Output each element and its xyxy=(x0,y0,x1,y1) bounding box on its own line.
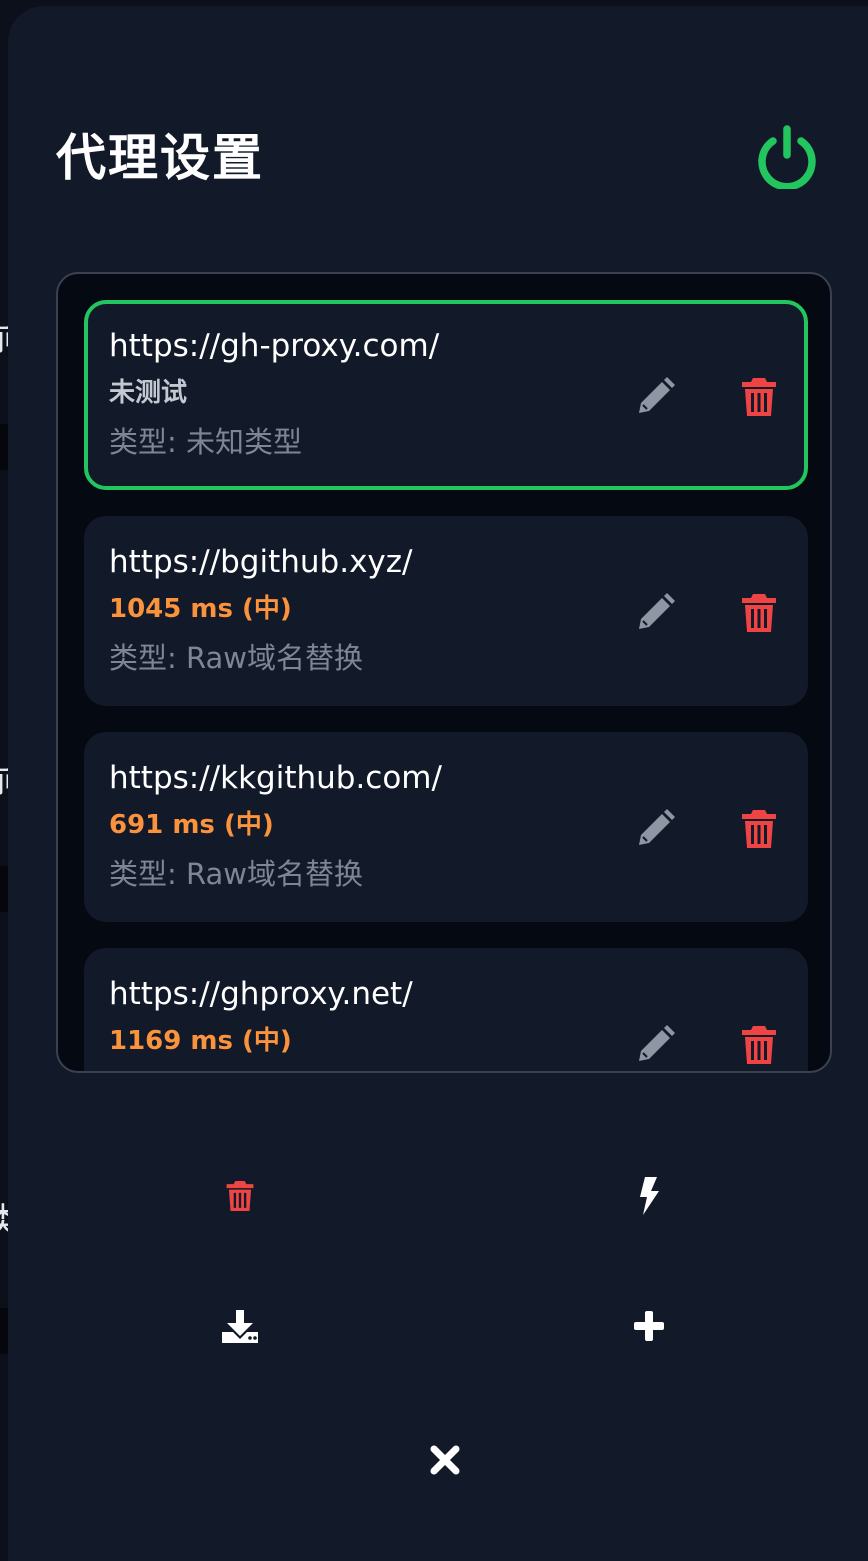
background-divider xyxy=(0,1308,8,1354)
proxy-type: 类型: Raw域名替换 xyxy=(109,641,363,675)
delete-proxy-button[interactable] xyxy=(734,1020,784,1070)
trash-icon xyxy=(742,378,776,416)
close-dialog-button[interactable] xyxy=(415,1430,475,1490)
trash-icon xyxy=(742,594,776,632)
plus-icon xyxy=(634,1311,664,1341)
proxy-status: 1169 ms (中) xyxy=(109,1026,292,1056)
background-divider xyxy=(0,866,8,912)
proxy-item[interactable]: https://kkgithub.com/ 691 ms (中) 类型: Raw… xyxy=(84,732,808,922)
proxy-status: 691 ms (中) xyxy=(109,810,274,840)
pencil-icon xyxy=(639,809,675,845)
delete-proxy-button[interactable] xyxy=(734,804,784,854)
proxy-url: https://ghproxy.net/ xyxy=(109,976,413,1012)
close-icon xyxy=(430,1445,460,1475)
clear-all-proxies-button[interactable] xyxy=(210,1166,270,1226)
proxy-url: https://gh-proxy.com/ xyxy=(109,328,440,364)
import-proxies-button[interactable] xyxy=(210,1296,270,1356)
pencil-icon xyxy=(639,1025,675,1061)
bolt-icon xyxy=(640,1177,659,1215)
trash-icon xyxy=(226,1181,254,1211)
proxy-item-selected[interactable]: https://gh-proxy.com/ 未测试 类型: 未知类型 xyxy=(84,300,808,490)
trash-icon xyxy=(742,1026,776,1064)
proxy-item[interactable]: https://bgithub.xyz/ 1045 ms (中) 类型: Raw… xyxy=(84,516,808,706)
proxy-status: 1045 ms (中) xyxy=(109,594,292,624)
background-page: 前 前 类 代理设置 https://gh-proxy.com/ 未测试 类型:… xyxy=(0,0,868,1561)
proxy-status: 未测试 xyxy=(109,378,188,408)
edit-proxy-button[interactable] xyxy=(630,804,680,854)
pencil-icon xyxy=(639,377,675,413)
proxy-url: https://bgithub.xyz/ xyxy=(109,544,413,580)
proxy-type: 类型: 未知类型 xyxy=(109,425,302,459)
edit-proxy-button[interactable] xyxy=(630,372,680,422)
download-icon xyxy=(222,1310,258,1343)
trash-icon xyxy=(742,810,776,848)
dialog-title: 代理设置 xyxy=(56,129,264,187)
proxy-toggle-button[interactable] xyxy=(752,120,822,192)
proxy-type: 类型: Raw域名替换 xyxy=(109,857,363,891)
background-divider xyxy=(0,424,8,470)
power-icon xyxy=(758,125,816,189)
pencil-icon xyxy=(639,593,675,629)
test-speed-button[interactable] xyxy=(619,1166,679,1226)
proxy-url: https://kkgithub.com/ xyxy=(109,760,442,796)
edit-proxy-button[interactable] xyxy=(630,588,680,638)
edit-proxy-button[interactable] xyxy=(630,1020,680,1070)
delete-proxy-button[interactable] xyxy=(734,372,784,422)
proxy-item[interactable]: https://ghproxy.net/ 1169 ms (中) xyxy=(84,948,808,1071)
proxy-list[interactable]: https://gh-proxy.com/ 未测试 类型: 未知类型 https… xyxy=(56,272,832,1073)
add-proxy-button[interactable] xyxy=(619,1296,679,1356)
delete-proxy-button[interactable] xyxy=(734,588,784,638)
